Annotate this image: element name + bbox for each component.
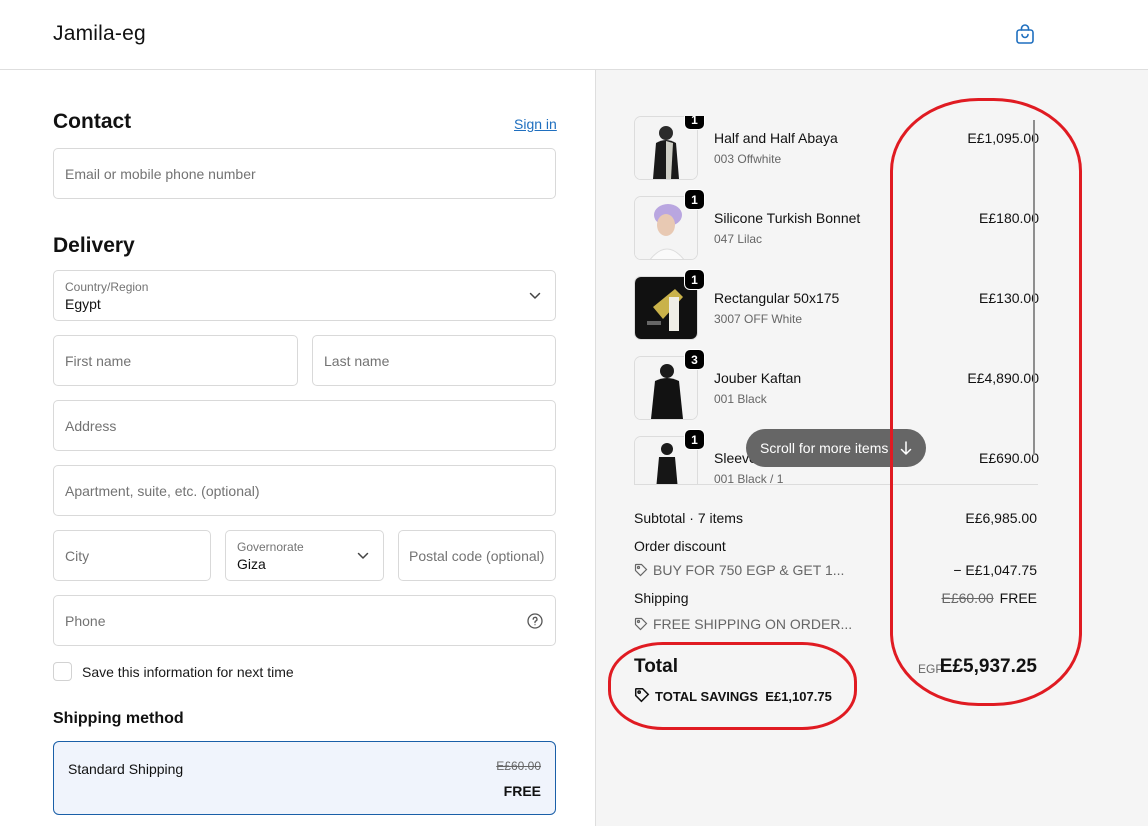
postal-code-placeholder: Postal code (optional) — [409, 547, 545, 564]
shipping-code-text: FREE SHIPPING ON ORDER... — [653, 616, 853, 632]
quantity-badge: 1 — [684, 189, 705, 210]
governorate-value: Giza — [237, 556, 266, 572]
shipping-old-price: E£60.00 — [941, 590, 994, 606]
brand-logo[interactable]: Jamila-eg — [53, 22, 146, 46]
discount-code-text: BUY FOR 750 EGP & GET 1... — [653, 562, 845, 578]
discount-value: − E£1,047.75 — [953, 562, 1037, 578]
email-field[interactable]: Email or mobile phone number — [53, 148, 556, 199]
tag-icon — [634, 563, 648, 577]
item-price: E£180.00 — [979, 210, 1039, 226]
order-summary: 1 Half and Half Abaya 003 Offwhite E£1,0… — [595, 70, 1148, 826]
order-discount-label: Order discount — [634, 538, 726, 554]
item-price: E£1,095.00 — [967, 130, 1039, 146]
discount-code: BUY FOR 750 EGP & GET 1... — [634, 562, 844, 578]
city-placeholder: City — [65, 547, 90, 564]
shipping-value: FREE — [999, 590, 1037, 606]
shopping-bag-icon[interactable] — [1013, 22, 1037, 46]
item-price: E£690.00 — [979, 450, 1039, 466]
header: Jamila-eg — [0, 0, 1148, 70]
shipping-option-standard[interactable]: Standard Shipping E£60.00 FREE — [53, 741, 556, 815]
shipping-code: FREE SHIPPING ON ORDER... — [634, 616, 852, 632]
governorate-label: Governorate — [237, 540, 304, 554]
subtotal-label: Subtotal · 7 items — [634, 510, 743, 526]
first-name-placeholder: First name — [65, 352, 132, 369]
phone-placeholder: Phone — [65, 612, 106, 629]
tag-icon — [634, 617, 648, 631]
line-item: 1 Rectangular 50x175 3007 OFF White E£13… — [634, 269, 1039, 340]
first-name-field[interactable]: First name — [53, 335, 298, 386]
shipping-method-title: Shipping method — [53, 710, 184, 727]
address-field[interactable]: Address — [53, 400, 556, 451]
savings-label: TOTAL SAVINGS — [655, 689, 759, 704]
delivery-title: Delivery — [53, 234, 135, 257]
shipping-option-old-price: E£60.00 — [496, 759, 541, 773]
shipping-label: Shipping — [634, 590, 689, 606]
quantity-badge: 1 — [684, 429, 705, 450]
item-name: Jouber Kaftan — [714, 370, 802, 386]
phone-field[interactable]: Phone — [53, 595, 556, 646]
line-item: 3 Jouber Kaftan 001 Black E£4,890.00 — [634, 349, 1039, 420]
subtotal-value: E£6,985.00 — [965, 510, 1037, 526]
contact-title: Contact — [53, 110, 132, 133]
chevron-down-icon — [357, 552, 369, 559]
line-item: 1 Silicone Turkish Bonnet 047 Lilac E£18… — [634, 189, 1039, 260]
total-savings: TOTAL SAVINGS E£1,107.75 — [634, 687, 832, 704]
last-name-field[interactable]: Last name — [312, 335, 556, 386]
country-label: Country/Region — [65, 280, 149, 294]
chevron-down-icon — [529, 292, 541, 299]
city-field[interactable]: City — [53, 530, 211, 581]
line-item: 1 Half and Half Abaya 003 Offwhite E£1,0… — [634, 116, 1039, 180]
country-value: Egypt — [65, 296, 101, 312]
item-variant: 3007 OFF White — [714, 312, 803, 326]
address-placeholder: Address — [65, 417, 117, 434]
sign-in-link[interactable]: Sign in — [514, 116, 557, 132]
item-variant: 001 Black / 1 — [714, 472, 784, 484]
apartment-placeholder: Apartment, suite, etc. (optional) — [65, 482, 260, 499]
quantity-badge: 3 — [684, 349, 705, 370]
total-value: E£5,937.25 — [939, 656, 1037, 677]
governorate-select[interactable]: Governorate Giza — [225, 530, 384, 581]
item-price: E£4,890.00 — [967, 370, 1039, 386]
shipping-option-name: Standard Shipping — [68, 761, 184, 777]
email-placeholder: Email or mobile phone number — [65, 165, 256, 182]
total-label: Total — [634, 656, 678, 677]
tag-icon — [634, 687, 650, 703]
item-name: Rectangular 50x175 — [714, 290, 840, 306]
item-variant: 047 Lilac — [714, 232, 763, 246]
save-info-checkbox[interactable] — [53, 662, 72, 681]
savings-value: E£1,107.75 — [765, 689, 832, 704]
scrollbar[interactable] — [1033, 120, 1035, 455]
item-name: Silicone Turkish Bonnet — [714, 210, 861, 226]
quantity-badge: 1 — [684, 269, 705, 290]
summary-divider — [634, 484, 1038, 485]
arrow-down-icon — [900, 441, 912, 455]
scroll-for-more-button[interactable]: Scroll for more items — [746, 429, 926, 467]
save-info-label: Save this information for next time — [82, 664, 294, 680]
postal-code-field[interactable]: Postal code (optional) — [398, 530, 556, 581]
item-variant: 003 Offwhite — [714, 152, 782, 166]
item-name: Half and Half Abaya — [714, 130, 838, 146]
country-select[interactable]: Country/Region Egypt — [53, 270, 556, 321]
quantity-badge: 1 — [684, 116, 705, 130]
apartment-field[interactable]: Apartment, suite, etc. (optional) — [53, 465, 556, 516]
help-icon[interactable] — [527, 612, 543, 629]
item-price: E£130.00 — [979, 290, 1039, 306]
scroll-hint-label: Scroll for more items — [760, 440, 889, 456]
checkout-form: Contact Sign in Email or mobile phone nu… — [0, 70, 595, 826]
last-name-placeholder: Last name — [324, 352, 390, 369]
shipping-value-group: E£60.00 FREE — [941, 590, 1037, 606]
item-variant: 001 Black — [714, 392, 767, 406]
shipping-option-price: FREE — [503, 783, 541, 799]
